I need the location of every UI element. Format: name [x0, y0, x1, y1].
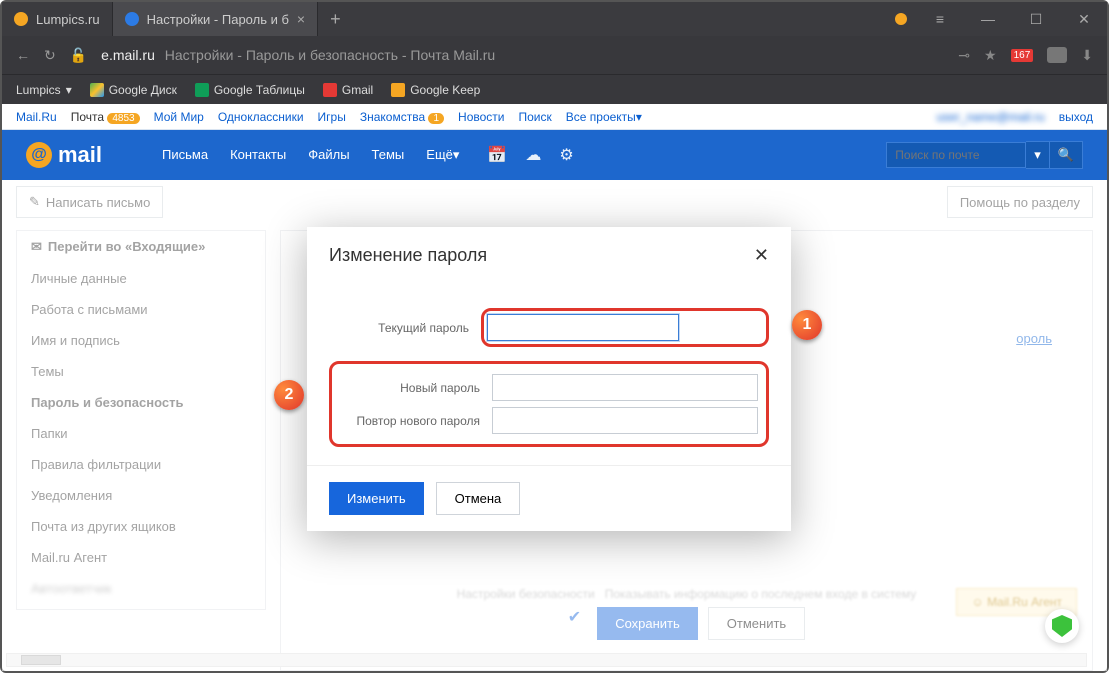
- header-menu-item[interactable]: Письма: [162, 147, 208, 163]
- field-label: Повтор нового пароля: [340, 414, 480, 428]
- at-icon: @: [26, 142, 52, 168]
- header-menu-item[interactable]: Файлы: [308, 147, 349, 163]
- tab-label: Lumpics.ru: [36, 12, 100, 27]
- nav-link[interactable]: Мой Мир: [154, 110, 204, 124]
- browser-tab-inactive[interactable]: Lumpics.ru: [2, 2, 113, 36]
- favicon-icon: [125, 12, 139, 26]
- url-display[interactable]: e.mail.ru Настройки - Пароль и безопасно…: [101, 47, 495, 63]
- callout-badge-1: 1: [792, 310, 822, 340]
- submit-button[interactable]: Изменить: [329, 482, 424, 515]
- nav-link-active[interactable]: Почта 4853: [71, 110, 140, 124]
- browser-titlebar: Lumpics.ru Настройки - Пароль и б × + ≡ …: [2, 2, 1107, 36]
- nav-link[interactable]: Mail.Ru: [16, 110, 57, 124]
- download-icon[interactable]: ⬇: [1081, 47, 1093, 64]
- gear-icon[interactable]: ⚙: [559, 145, 573, 165]
- calendar-icon[interactable]: 📅: [487, 145, 507, 165]
- back-icon[interactable]: ←: [16, 47, 30, 63]
- field-label: Текущий пароль: [329, 321, 469, 335]
- header-menu-item[interactable]: Ещё▾: [426, 147, 459, 163]
- maximize-icon[interactable]: ☐: [1021, 11, 1051, 28]
- close-icon[interactable]: ×: [297, 11, 305, 27]
- menu-icon[interactable]: ≡: [925, 11, 955, 27]
- current-password-input[interactable]: [487, 314, 679, 341]
- user-email[interactable]: user_name@mail.ru: [936, 110, 1044, 124]
- address-bar: ← ↻ 🔓 e.mail.ru Настройки - Пароль и без…: [2, 36, 1107, 74]
- tab-label: Настройки - Пароль и б: [147, 12, 289, 27]
- reload-icon[interactable]: ↻: [44, 47, 56, 64]
- field-label: Новый пароль: [340, 381, 480, 395]
- adguard-icon[interactable]: [1045, 609, 1079, 643]
- keep-icon: [391, 83, 405, 97]
- cancel-button[interactable]: Отмена: [436, 482, 521, 515]
- key-icon[interactable]: ⊸: [958, 47, 970, 64]
- bookmark-icon[interactable]: ★: [984, 47, 997, 64]
- nav-link[interactable]: Одноклассники: [218, 110, 304, 124]
- mail-header: @mail Письма Контакты Файлы Темы Ещё▾ 📅 …: [2, 130, 1107, 180]
- close-icon[interactable]: ✕: [754, 245, 769, 266]
- dialog-title: Изменение пароля: [329, 245, 487, 266]
- header-menu-item[interactable]: Темы: [372, 147, 405, 163]
- favicon-icon: [14, 12, 28, 26]
- repeat-password-input[interactable]: [492, 407, 758, 434]
- bookmark-item[interactable]: Gmail: [323, 83, 373, 97]
- bookmark-item[interactable]: Lumpics▾: [16, 83, 72, 97]
- change-password-dialog: Изменение пароля ✕ Текущий пароль Новый …: [307, 227, 791, 531]
- gmail-icon: [323, 83, 337, 97]
- new-tab-button[interactable]: +: [318, 9, 353, 30]
- bookmark-bar: Lumpics▾ Google Диск Google Таблицы Gmai…: [2, 74, 1107, 104]
- nav-link[interactable]: Игры: [318, 110, 346, 124]
- gdrive-icon: [90, 83, 104, 97]
- mail-search-input[interactable]: [886, 142, 1026, 168]
- bookmark-item[interactable]: Google Таблицы: [195, 83, 305, 97]
- nav-link[interactable]: Знакомства 1: [360, 110, 444, 124]
- browser-tab-active[interactable]: Настройки - Пароль и б ×: [113, 2, 319, 36]
- search-icon[interactable]: 🔍: [1050, 141, 1083, 169]
- nav-link[interactable]: Поиск: [519, 110, 552, 124]
- sheets-icon: [195, 83, 209, 97]
- close-window-icon[interactable]: ✕: [1069, 11, 1099, 28]
- bookmark-item[interactable]: Google Keep: [391, 83, 480, 97]
- extension-icon[interactable]: [1047, 47, 1067, 63]
- search-dropdown-icon[interactable]: ▾: [1026, 141, 1050, 169]
- notification-badge[interactable]: 167: [1011, 49, 1034, 62]
- minimize-icon[interactable]: —: [973, 11, 1003, 27]
- new-password-input[interactable]: [492, 374, 758, 401]
- logout-link[interactable]: выход: [1059, 110, 1093, 124]
- nav-link[interactable]: Все проекты▾: [566, 110, 642, 124]
- portal-nav: Mail.Ru Почта 4853 Мой Мир Одноклассники…: [2, 104, 1107, 130]
- header-menu-item[interactable]: Контакты: [230, 147, 286, 163]
- lock-icon: 🔓: [70, 47, 87, 64]
- callout-badge-2: 2: [274, 380, 304, 410]
- bookmark-item[interactable]: Google Диск: [90, 83, 177, 97]
- mail-logo[interactable]: @mail: [26, 142, 102, 168]
- nav-link[interactable]: Новости: [458, 110, 504, 124]
- cloud-icon[interactable]: ☁: [525, 145, 541, 165]
- extension-icon[interactable]: [895, 13, 907, 25]
